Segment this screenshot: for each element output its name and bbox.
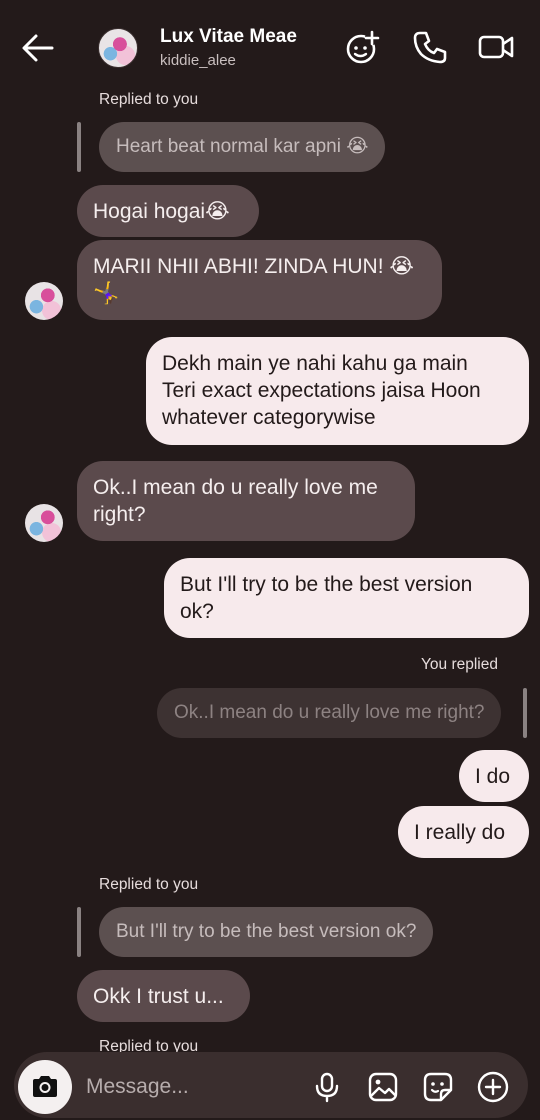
camera-button[interactable] xyxy=(18,1060,72,1114)
message-text: whatever categorywise xyxy=(162,406,376,429)
message-text: But I'll try to be the best version xyxy=(180,573,473,596)
message-text: Ok..I mean do u really love me xyxy=(93,476,378,499)
voice-message-button[interactable] xyxy=(310,1070,344,1104)
reply-bar xyxy=(77,907,81,957)
outgoing-message[interactable]: But I'll try to be the best version ok? xyxy=(164,558,529,638)
camera-icon xyxy=(33,1076,57,1097)
back-button[interactable] xyxy=(20,30,56,66)
incoming-message[interactable]: Okk I trust u... xyxy=(77,970,250,1022)
message-text: I really do xyxy=(414,821,506,844)
message-text: Dekh main ye nahi kahu ga main xyxy=(162,352,468,375)
reply-context-label: You replied xyxy=(421,656,498,673)
sticker-icon xyxy=(423,1072,453,1102)
phone-icon xyxy=(413,31,447,64)
incoming-message[interactable]: Ok..I mean do u really love me right? xyxy=(77,461,415,541)
chat-title[interactable]: Lux Vitae Meae xyxy=(160,26,297,48)
reply-bar xyxy=(523,688,527,738)
add-effect-icon xyxy=(346,30,380,64)
effects-button[interactable] xyxy=(344,28,382,66)
sender-avatar[interactable] xyxy=(25,504,63,542)
incoming-message[interactable]: MARII NHII ABHI! ZINDA HUN! 😭 🤸‍♀️ xyxy=(77,240,442,320)
sticker-button[interactable] xyxy=(421,1070,455,1104)
message-input[interactable] xyxy=(84,1064,288,1110)
chat-username[interactable]: kiddie_alee xyxy=(160,52,236,69)
message-text: Okk I trust u... xyxy=(93,985,224,1008)
reply-context-label: Replied to you xyxy=(99,876,199,893)
image-icon xyxy=(368,1072,398,1102)
message-text: Hogai hogai😭 xyxy=(93,200,230,223)
message-text: right? xyxy=(93,503,146,526)
gallery-button[interactable] xyxy=(366,1070,400,1104)
outgoing-message[interactable]: I do xyxy=(459,750,529,802)
message-text: ok? xyxy=(180,600,214,623)
reply-context-label: Replied to you xyxy=(99,91,199,108)
quoted-message[interactable]: But I'll try to be the best version ok? xyxy=(99,907,434,957)
more-options-button[interactable] xyxy=(476,1070,510,1104)
video-call-button[interactable] xyxy=(477,28,515,66)
arrow-left-icon xyxy=(22,34,54,62)
incoming-message[interactable]: Hogai hogai😭 xyxy=(77,185,259,237)
message-text: 🤸‍♀️ xyxy=(93,282,120,305)
microphone-icon xyxy=(315,1072,339,1103)
outgoing-message[interactable]: I really do xyxy=(398,806,529,858)
quoted-message[interactable]: Heart beat normal kar apni 😭 xyxy=(99,122,386,172)
outgoing-message[interactable]: Dekh main ye nahi kahu ga main Teri exac… xyxy=(146,337,529,445)
message-text: MARII NHII ABHI! ZINDA HUN! 😭 xyxy=(93,255,414,278)
message-text: I do xyxy=(475,765,511,788)
message-text: Teri exact expectations jaisa Hoon xyxy=(162,379,481,402)
chat-header: Lux Vitae Meae kiddie_alee xyxy=(0,0,540,90)
plus-circle-icon xyxy=(477,1071,509,1103)
avatar[interactable] xyxy=(98,28,138,68)
quoted-message[interactable]: Ok..I mean do u really love me right? xyxy=(157,688,502,738)
video-camera-icon xyxy=(478,35,514,59)
reply-bar xyxy=(77,122,81,172)
audio-call-button[interactable] xyxy=(411,28,449,66)
sender-avatar[interactable] xyxy=(25,282,63,320)
